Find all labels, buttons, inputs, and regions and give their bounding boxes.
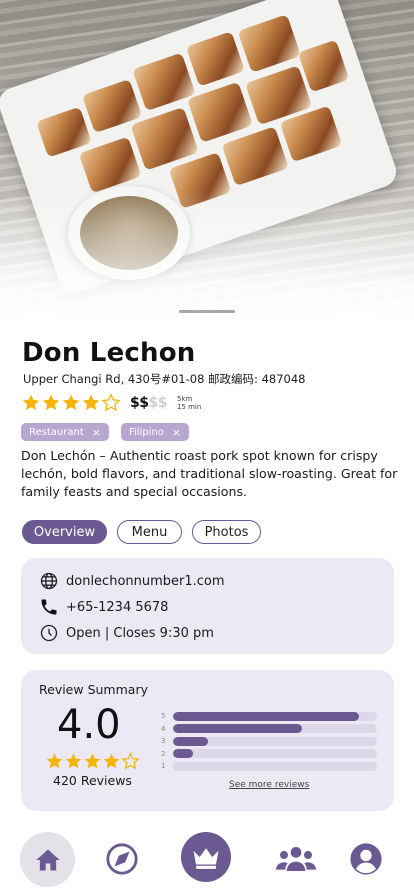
globe-icon	[40, 572, 58, 590]
nav-community[interactable]	[276, 842, 316, 876]
profile-icon	[350, 843, 382, 875]
hours-row: Open | Closes 9:30 pm	[39, 620, 376, 646]
website-link[interactable]: donlechonnumber1.com	[66, 574, 225, 589]
tab-photos[interactable]: Photos	[192, 520, 261, 544]
rating-distribution: 5 4 3 2 1	[161, 710, 377, 773]
tag-filipino[interactable]: Filipino ×	[120, 423, 190, 441]
rating-bar-fill	[173, 724, 302, 734]
rating-bar-track	[173, 711, 377, 721]
rating-bar-row: 5	[161, 710, 377, 723]
average-rating: 4.0	[57, 702, 121, 748]
distance: 5km	[176, 395, 193, 403]
hero-image	[0, 0, 414, 330]
rating-bar-track	[173, 761, 377, 771]
rating-bar-track	[173, 749, 377, 759]
review-summary-card: Review Summary 4.0 420 Reviews 5 4 3 2 1 See…	[21, 670, 394, 811]
rating-bar-label: 4	[161, 724, 166, 733]
rating-bar-row: 3	[161, 735, 377, 748]
rating-bar-label: 1	[161, 762, 166, 771]
star-filled-icon	[42, 394, 60, 410]
rating-bar-fill	[173, 711, 359, 721]
star-rating	[21, 393, 121, 413]
distance-info: 5km 15 min	[177, 395, 201, 411]
star-empty-icon	[121, 752, 140, 770]
clock-icon	[40, 624, 58, 642]
close-icon[interactable]: ×	[92, 426, 101, 439]
review-summary-title: Review Summary	[39, 682, 148, 697]
star-filled-icon	[22, 394, 40, 410]
opening-hours: Open | Closes 9:30 pm	[66, 625, 214, 641]
tab-bar: Overview Menu Photos	[22, 520, 261, 544]
nav-home[interactable]	[20, 832, 75, 887]
phone-number[interactable]: +65-1234 5678	[66, 600, 168, 615]
rating-bar-track	[173, 736, 377, 746]
travel-time: 15 min	[176, 403, 202, 411]
nav-featured[interactable]	[181, 832, 231, 882]
tag-list: Restaurant × Filipino ×	[21, 423, 190, 441]
review-star-rating	[45, 752, 140, 771]
star-filled-icon	[84, 753, 101, 769]
sheet-drag-handle[interactable]	[179, 310, 235, 313]
tab-overview[interactable]: Overview	[22, 520, 107, 544]
rating-bar-fill	[173, 736, 208, 746]
rating-bar-label: 2	[161, 749, 166, 758]
close-icon[interactable]: ×	[172, 426, 181, 439]
nav-explore[interactable]	[104, 841, 140, 877]
star-filled-icon	[82, 394, 100, 410]
bottom-nav	[0, 822, 414, 896]
rating-bar-track	[173, 724, 377, 734]
nav-profile[interactable]	[348, 841, 384, 877]
star-filled-icon	[103, 753, 120, 769]
phone-icon	[41, 599, 57, 615]
star-filled-icon	[62, 394, 80, 410]
phone-row[interactable]: +65-1234 5678	[39, 594, 376, 620]
star-filled-icon	[65, 753, 82, 769]
rating-bar-fill	[173, 749, 194, 759]
restaurant-name: Don Lechon	[22, 338, 196, 368]
rating-bar-label: 3	[161, 737, 166, 746]
see-more-reviews-link[interactable]: See more reviews	[229, 780, 309, 790]
rating-bar-row: 1	[161, 760, 377, 773]
compass-icon	[106, 843, 138, 875]
restaurant-address: Upper Changi Rd, 430号#01-08 邮政编码: 487048	[23, 372, 306, 386]
price-level: $$$$	[130, 395, 167, 411]
rating-bar-row: 2	[161, 748, 377, 761]
community-icon	[276, 847, 316, 871]
star-filled-icon	[46, 753, 63, 769]
restaurant-description: Don Lechón – Authentic roast pork spot k…	[21, 448, 398, 499]
contact-card: donlechonnumber1.com +65-1234 5678 Open …	[21, 558, 394, 654]
home-icon	[35, 849, 60, 870]
rating-row: $$$$ 5km 15 min	[21, 393, 201, 413]
star-empty-icon	[101, 393, 121, 412]
crown-icon	[193, 848, 219, 869]
tag-restaurant[interactable]: Restaurant ×	[21, 423, 109, 441]
website-row[interactable]: donlechonnumber1.com	[39, 568, 376, 594]
review-count: 420 Reviews	[53, 773, 132, 788]
rating-bar-row: 4	[161, 723, 377, 736]
rating-bar-label: 5	[161, 712, 166, 721]
tab-menu[interactable]: Menu	[117, 520, 182, 544]
